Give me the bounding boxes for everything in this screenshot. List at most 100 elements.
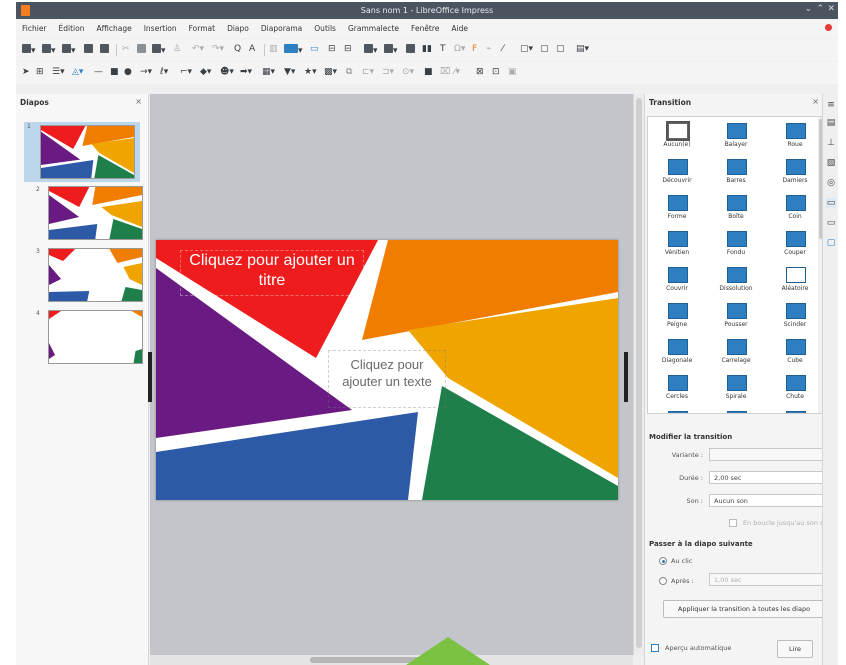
menu-diaporama[interactable]: Diaporama bbox=[255, 19, 308, 33]
styles-icon[interactable]: ▢ bbox=[826, 238, 836, 248]
connectors-icon[interactable]: ⌐▾ bbox=[180, 67, 192, 78]
redo-icon[interactable]: ↷▾ bbox=[212, 44, 224, 55]
effect-boite[interactable]: Boîte bbox=[707, 191, 765, 227]
save-icon[interactable]: ▾ bbox=[62, 44, 76, 56]
loop-sound-checkbox[interactable] bbox=[729, 519, 737, 527]
slide-thumbnail-1[interactable]: 1 bbox=[24, 122, 140, 182]
start-current-slide-icon[interactable]: ⊟ bbox=[344, 44, 352, 55]
animation-icon[interactable]: ▭ bbox=[826, 218, 836, 228]
shadow-icon[interactable]: ■ bbox=[424, 67, 433, 78]
effect-venitien[interactable]: Vénitien bbox=[648, 227, 706, 263]
hyperlink-icon[interactable]: ⌁ bbox=[486, 44, 491, 55]
duration-spinner[interactable]: 2,00 sec bbox=[709, 471, 823, 484]
table-icon[interactable]: ▾ bbox=[364, 44, 378, 56]
menu-affichage[interactable]: Affichage bbox=[90, 19, 137, 33]
slide-thumbnail-2[interactable]: 2 bbox=[24, 184, 143, 244]
arrange-icon[interactable]: ⊐▾ bbox=[382, 67, 394, 78]
effect-damiers[interactable]: Damiers bbox=[766, 155, 824, 191]
paste-icon[interactable]: ▾ bbox=[152, 44, 166, 56]
effect-pousser[interactable]: Pousser bbox=[707, 299, 765, 335]
slide-transition-icon[interactable]: ▭ bbox=[826, 198, 836, 208]
rectangle-icon[interactable]: ■ bbox=[110, 67, 119, 78]
effect-peigne[interactable]: Peigne bbox=[648, 299, 706, 335]
after-time-radio[interactable] bbox=[659, 577, 667, 585]
textbox-icon[interactable]: T bbox=[440, 44, 446, 55]
menu-format[interactable]: Format bbox=[183, 19, 221, 33]
menu-aide[interactable]: Aide bbox=[445, 19, 474, 33]
effect-diagonale[interactable]: Diagonale bbox=[648, 335, 706, 371]
menu-grammalecte[interactable]: Grammalecte bbox=[342, 19, 405, 33]
menu-fichier[interactable]: Fichier bbox=[16, 19, 53, 33]
effect-dissolution[interactable]: Dissolution bbox=[707, 263, 765, 299]
glue-points-icon[interactable]: ⊡ bbox=[492, 67, 500, 78]
menu-outils[interactable]: Outils bbox=[308, 19, 342, 33]
effect-cube[interactable]: Cube bbox=[766, 335, 824, 371]
master-slides-icon[interactable]: ⊥ bbox=[826, 138, 836, 148]
slides-pane-collapse-handle[interactable] bbox=[148, 352, 152, 402]
distribute-icon[interactable]: ⊙▾ bbox=[402, 67, 414, 78]
on-click-radio[interactable] bbox=[659, 557, 667, 565]
more-options-icon[interactable]: ▤▾ bbox=[576, 44, 589, 55]
effect-aucun[interactable]: Aucun(e) bbox=[648, 119, 706, 155]
display-views-icon[interactable]: ▾ bbox=[284, 44, 303, 56]
effect-fondu[interactable]: Fondu bbox=[707, 227, 765, 263]
variant-dropdown[interactable] bbox=[709, 448, 823, 461]
effect-more[interactable] bbox=[648, 407, 706, 413]
effect-chute[interactable]: Chute bbox=[766, 371, 824, 407]
sidebar-menu-icon[interactable]: ≡ bbox=[826, 100, 836, 110]
close-icon[interactable]: ✕ bbox=[827, 4, 835, 14]
speech-icon[interactable]: ▢ bbox=[556, 44, 565, 55]
spelling-icon[interactable]: A bbox=[249, 44, 255, 55]
fill-color-icon[interactable]: ◬▾ bbox=[72, 67, 83, 78]
clone-formatting-icon[interactable]: ♙ bbox=[173, 44, 181, 55]
automatic-preview-checkbox[interactable] bbox=[651, 644, 659, 652]
chart-icon[interactable]: ▮▮ bbox=[422, 44, 432, 55]
print-icon[interactable] bbox=[100, 44, 109, 55]
effect-roue[interactable]: Roue bbox=[766, 119, 824, 155]
effect-balayer[interactable]: Balayer bbox=[707, 119, 765, 155]
title-placeholder[interactable]: Cliquez pour ajouter un titre bbox=[180, 250, 364, 296]
effect-coin[interactable]: Coin bbox=[766, 191, 824, 227]
select-arrow-icon[interactable]: ➤ bbox=[22, 67, 30, 78]
media-icon[interactable] bbox=[406, 44, 415, 55]
effect-barres[interactable]: Barres bbox=[707, 155, 765, 191]
rotate-icon[interactable]: ⧉ bbox=[346, 67, 352, 78]
effect-aleatoire[interactable]: Aléatoire bbox=[766, 263, 824, 299]
new-document-icon[interactable]: ▾ bbox=[22, 44, 36, 56]
after-time-spinner[interactable]: 1,00 sec bbox=[709, 573, 823, 586]
show-draw-functions-icon[interactable]: ⁄ bbox=[502, 44, 504, 55]
effect-more[interactable] bbox=[766, 407, 824, 413]
fontwork-icon[interactable]: F bbox=[472, 44, 477, 55]
slide-editing-area[interactable]: Cliquez pour ajouter un titre Cliquez po… bbox=[148, 94, 633, 655]
ellipse-icon[interactable]: ● bbox=[124, 67, 132, 78]
shapes-icon[interactable]: ▢▾ bbox=[520, 44, 533, 55]
start-first-slide-icon[interactable]: ⊟ bbox=[328, 44, 336, 55]
line-color-icon[interactable]: ☰▾ bbox=[52, 67, 65, 78]
undo-icon[interactable]: ↶▾ bbox=[192, 44, 204, 55]
slide-thumbnail-4[interactable]: 4 bbox=[24, 308, 143, 368]
navigator-icon[interactable]: ◎ bbox=[826, 178, 836, 188]
menu-insertion[interactable]: Insertion bbox=[138, 19, 183, 33]
menu-fenetre[interactable]: Fenêtre bbox=[405, 19, 445, 33]
properties-icon[interactable]: ▤ bbox=[826, 118, 836, 128]
apply-to-all-slides-button[interactable]: Appliquer la transition à toutes les dia… bbox=[663, 600, 825, 618]
menu-edition[interactable]: Édition bbox=[53, 19, 91, 33]
slides-pane-close-icon[interactable]: × bbox=[135, 97, 142, 106]
effect-scinder[interactable]: Scinder bbox=[766, 299, 824, 335]
basic-shapes-icon[interactable]: ◆▾ bbox=[200, 67, 211, 78]
effect-decouvrir[interactable]: Découvrir bbox=[648, 155, 706, 191]
export-pdf-icon[interactable] bbox=[84, 44, 93, 55]
effect-forme[interactable]: Forme bbox=[648, 191, 706, 227]
open-icon[interactable]: ▾ bbox=[42, 44, 56, 56]
content-placeholder[interactable]: Cliquez pour ajouter un texte bbox=[328, 350, 446, 408]
special-character-icon[interactable]: Ω▾ bbox=[454, 44, 465, 55]
slide-thumbnail-3[interactable]: 3 bbox=[24, 246, 143, 306]
effect-couper[interactable]: Couper bbox=[766, 227, 824, 263]
comment-icon[interactable]: ▢ bbox=[540, 44, 549, 55]
toggle-extrusion-icon[interactable]: ▣ bbox=[508, 67, 517, 78]
sound-dropdown[interactable]: Aucun son bbox=[709, 494, 823, 507]
effect-more[interactable] bbox=[707, 407, 765, 413]
flowchart-icon[interactable]: ▦▾ bbox=[262, 67, 275, 78]
vertical-scrollbar[interactable] bbox=[633, 94, 644, 655]
effect-couvrir[interactable]: Couvrir bbox=[648, 263, 706, 299]
